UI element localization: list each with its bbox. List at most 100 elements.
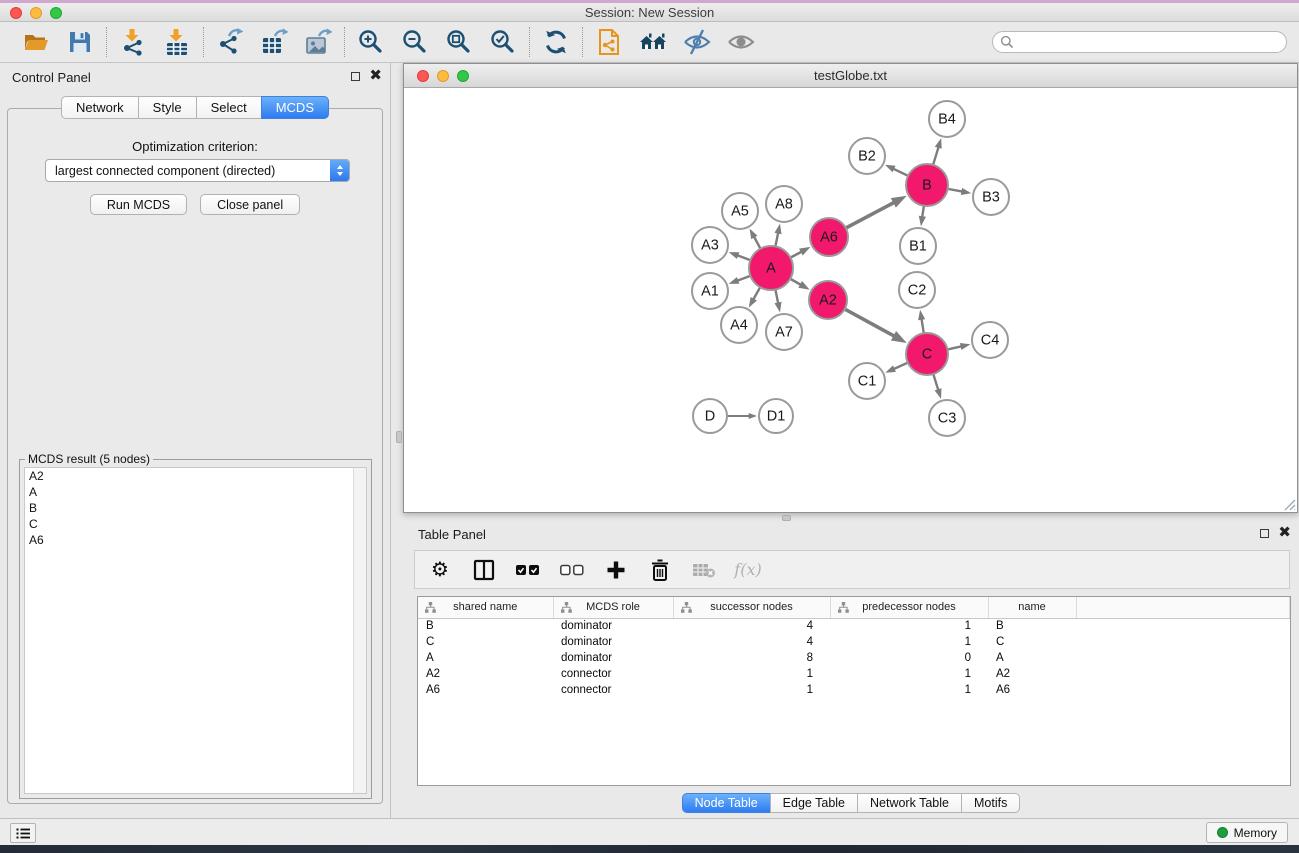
table-row[interactable]: Bdominator41B (418, 618, 1290, 634)
graph-node-A8[interactable]: A8 (766, 186, 802, 222)
split-columns-icon[interactable] (471, 557, 497, 583)
table-row[interactable]: A6connector11A6 (418, 682, 1290, 698)
graph-node-B4[interactable]: B4 (929, 101, 965, 137)
zoom-fit-icon[interactable] (445, 28, 473, 56)
graph-edge-B-B1[interactable] (919, 204, 926, 226)
graph-edge-A-A8[interactable] (775, 224, 782, 249)
tab-edge-table[interactable]: Edge Table (770, 793, 858, 813)
tab-select[interactable]: Select (196, 96, 262, 119)
close-panel-icon[interactable]: ✖ (369, 71, 382, 81)
graph-node-A2[interactable]: A2 (809, 281, 847, 319)
vertical-splitter-handle[interactable] (396, 431, 402, 443)
node-table[interactable]: shared nameMCDS rolesuccessor nodesprede… (417, 596, 1291, 786)
hide-selected-icon[interactable] (683, 28, 711, 56)
tab-node-table[interactable]: Node Table (682, 793, 771, 813)
column-header-shared-name[interactable]: shared name (418, 597, 553, 618)
select-all-columns-icon[interactable] (515, 557, 541, 583)
graph-edge-D-D1[interactable] (725, 413, 757, 419)
import-network-icon[interactable] (119, 28, 147, 56)
close-panel-button[interactable]: Close panel (200, 194, 300, 215)
graph-edge-A-A2[interactable] (788, 278, 809, 290)
graph-edge-A-A7[interactable] (775, 288, 782, 313)
graph-node-B[interactable]: B (906, 164, 948, 206)
graph-edge-C-C4[interactable] (946, 343, 971, 350)
graph-node-B2[interactable]: B2 (849, 138, 885, 174)
network-window-titlebar[interactable]: testGlobe.txt (404, 64, 1297, 88)
mcds-result-item[interactable]: A2 (25, 468, 366, 484)
criterion-select[interactable]: largest connected component (directed) (45, 159, 350, 182)
graph-node-C1[interactable]: C1 (849, 363, 885, 399)
refresh-icon[interactable] (542, 28, 570, 56)
result-scrollbar[interactable] (353, 468, 366, 793)
graph-edge-B-B4[interactable] (933, 138, 942, 167)
graph-edge-B-B3[interactable] (946, 188, 972, 195)
graph-edge-A-A3[interactable] (729, 252, 753, 261)
graph-node-B1[interactable]: B1 (900, 228, 936, 264)
resize-grip-icon[interactable] (1282, 497, 1296, 511)
table-row[interactable]: Adominator80A (418, 650, 1290, 666)
close-table-panel-icon[interactable]: ✖ (1278, 528, 1291, 538)
graph-edge-C-C1[interactable] (885, 362, 910, 373)
tab-style[interactable]: Style (138, 96, 197, 119)
tab-network-table[interactable]: Network Table (857, 793, 962, 813)
graph-node-A5[interactable]: A5 (722, 193, 758, 229)
float-panel-icon[interactable] (351, 72, 360, 81)
graph-edge-A-A5[interactable] (750, 229, 762, 251)
task-history-button[interactable] (10, 823, 36, 843)
graph-node-C4[interactable]: C4 (972, 322, 1008, 358)
graph-node-A[interactable]: A (749, 246, 793, 290)
graph-node-A7[interactable]: A7 (766, 314, 802, 350)
open-session-icon[interactable] (22, 28, 50, 56)
mcds-result-item[interactable]: B (25, 500, 366, 516)
tab-mcds[interactable]: MCDS (261, 96, 329, 119)
graph-node-D1[interactable]: D1 (759, 399, 793, 433)
column-header-MCDS-role[interactable]: MCDS role (553, 597, 673, 618)
network-canvas[interactable]: A A1 A2 A3 A4 A5 A6 A7 A8 B B1 B2 B3 B4 C C1 C2 C3 C4 D D1 (404, 88, 1297, 512)
export-network-icon[interactable] (216, 28, 244, 56)
zoom-in-icon[interactable] (357, 28, 385, 56)
graph-edge-A6-B[interactable] (844, 196, 907, 229)
graph-node-A3[interactable]: A3 (692, 227, 728, 263)
column-header-predecessor-nodes[interactable]: predecessor nodes (830, 597, 988, 618)
deselect-all-columns-icon[interactable] (559, 557, 585, 583)
float-table-panel-icon[interactable] (1260, 529, 1269, 538)
table-settings-icon[interactable]: ⚙ (427, 557, 453, 583)
column-header-successor-nodes[interactable]: successor nodes (673, 597, 830, 618)
import-table-icon[interactable] (163, 28, 191, 56)
delete-column-icon[interactable] (647, 557, 673, 583)
mcds-result-item[interactable]: A (25, 484, 366, 500)
table-row[interactable]: Cdominator41C (418, 634, 1290, 650)
mcds-result-item[interactable]: C (25, 516, 366, 532)
table-row[interactable]: A2connector11A2 (418, 666, 1290, 682)
column-header-name[interactable]: name (988, 597, 1076, 618)
run-mcds-button[interactable]: Run MCDS (90, 194, 187, 215)
network-from-selection-icon[interactable] (595, 28, 623, 56)
graph-node-A1[interactable]: A1 (692, 273, 728, 309)
zoom-selected-icon[interactable] (489, 28, 517, 56)
graph-node-A4[interactable]: A4 (721, 307, 757, 343)
export-table-icon[interactable] (260, 28, 288, 56)
memory-button[interactable]: Memory (1206, 822, 1288, 843)
export-image-icon[interactable] (304, 28, 332, 56)
first-neighbors-icon[interactable] (639, 28, 667, 56)
horizontal-splitter-handle[interactable] (782, 515, 791, 521)
graph-edge-A-A4[interactable] (749, 285, 761, 307)
graph-node-A6[interactable]: A6 (810, 218, 848, 256)
show-all-icon[interactable] (727, 28, 755, 56)
mcds-result-item[interactable]: A6 (25, 532, 366, 548)
graph-node-B3[interactable]: B3 (973, 179, 1009, 215)
add-column-icon[interactable] (603, 557, 629, 583)
tab-network[interactable]: Network (61, 96, 139, 119)
graph-node-D[interactable]: D (693, 399, 727, 433)
graph-edge-A2-C[interactable] (843, 308, 907, 343)
graph-node-C2[interactable]: C2 (899, 272, 935, 308)
graph-edge-C-C3[interactable] (933, 372, 942, 399)
tab-motifs[interactable]: Motifs (961, 793, 1020, 813)
save-session-icon[interactable] (66, 28, 94, 56)
graph-edge-B-B2[interactable] (885, 165, 910, 177)
graph-edge-C-C2[interactable] (918, 310, 925, 335)
graph-edge-A-A6[interactable] (789, 247, 811, 259)
graph-node-C3[interactable]: C3 (929, 400, 965, 436)
graph-edge-A-A1[interactable] (729, 275, 753, 284)
graph-node-C[interactable]: C (906, 333, 948, 375)
